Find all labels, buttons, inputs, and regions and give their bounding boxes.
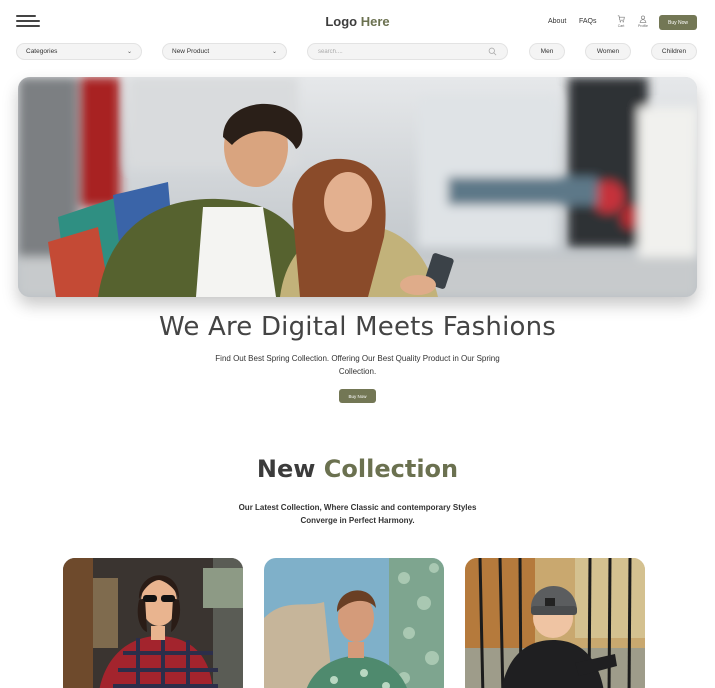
cart-icon: [617, 15, 625, 23]
search-bar: [307, 43, 508, 60]
hero-subtitle: Find Out Best Spring Collection. Offerin…: [215, 354, 500, 376]
product-card-men[interactable]: [264, 558, 444, 688]
nav-about[interactable]: About: [548, 18, 566, 25]
product-card-children[interactable]: [465, 558, 645, 688]
nav-faqs[interactable]: FAQs: [579, 18, 597, 25]
hero-image: [18, 77, 697, 297]
search-icon[interactable]: [488, 47, 497, 56]
logo-accent: Here: [360, 14, 390, 29]
categories-select[interactable]: Categories ⌄: [16, 43, 142, 60]
collection-title-accent: Collection: [323, 455, 459, 483]
chip-men[interactable]: Men: [529, 43, 565, 60]
product-card-women[interactable]: [63, 558, 243, 688]
collection-subtitle: Our Latest Collection, Where Classic and…: [238, 503, 477, 525]
new-product-select[interactable]: New Product ⌄: [162, 43, 287, 60]
collection-title-main: New: [256, 455, 316, 483]
hero-buy-now-button[interactable]: Buy Now: [339, 389, 376, 403]
hero-title: We Are Digital Meets Fashions: [158, 312, 557, 342]
chip-women[interactable]: Women: [585, 43, 631, 60]
chip-children[interactable]: Children: [651, 43, 697, 60]
profile-label: Profile: [638, 24, 648, 28]
logo: Logo Here: [0, 14, 715, 29]
product-image-man-floral: [264, 558, 444, 688]
profile-icon: [639, 15, 647, 23]
hero-banner: [18, 77, 697, 297]
cart-button[interactable]: Cart: [612, 15, 630, 28]
search-input[interactable]: [318, 48, 468, 55]
product-image-woman-plaid: [63, 558, 243, 688]
profile-button[interactable]: Profile: [634, 15, 652, 28]
logo-text: Logo: [325, 14, 358, 29]
categories-select-label: Categories: [26, 48, 58, 55]
menu-icon[interactable]: [16, 15, 40, 29]
chevron-down-icon: ⌄: [271, 49, 277, 55]
buy-now-button[interactable]: Buy Now: [659, 15, 697, 30]
new-product-select-label: New Product: [172, 48, 210, 55]
cart-label: Cart: [617, 24, 625, 28]
chevron-down-icon: ⌄: [126, 49, 132, 55]
collection-title: New Collection: [0, 455, 715, 483]
product-image-child-beanie: [465, 558, 645, 688]
